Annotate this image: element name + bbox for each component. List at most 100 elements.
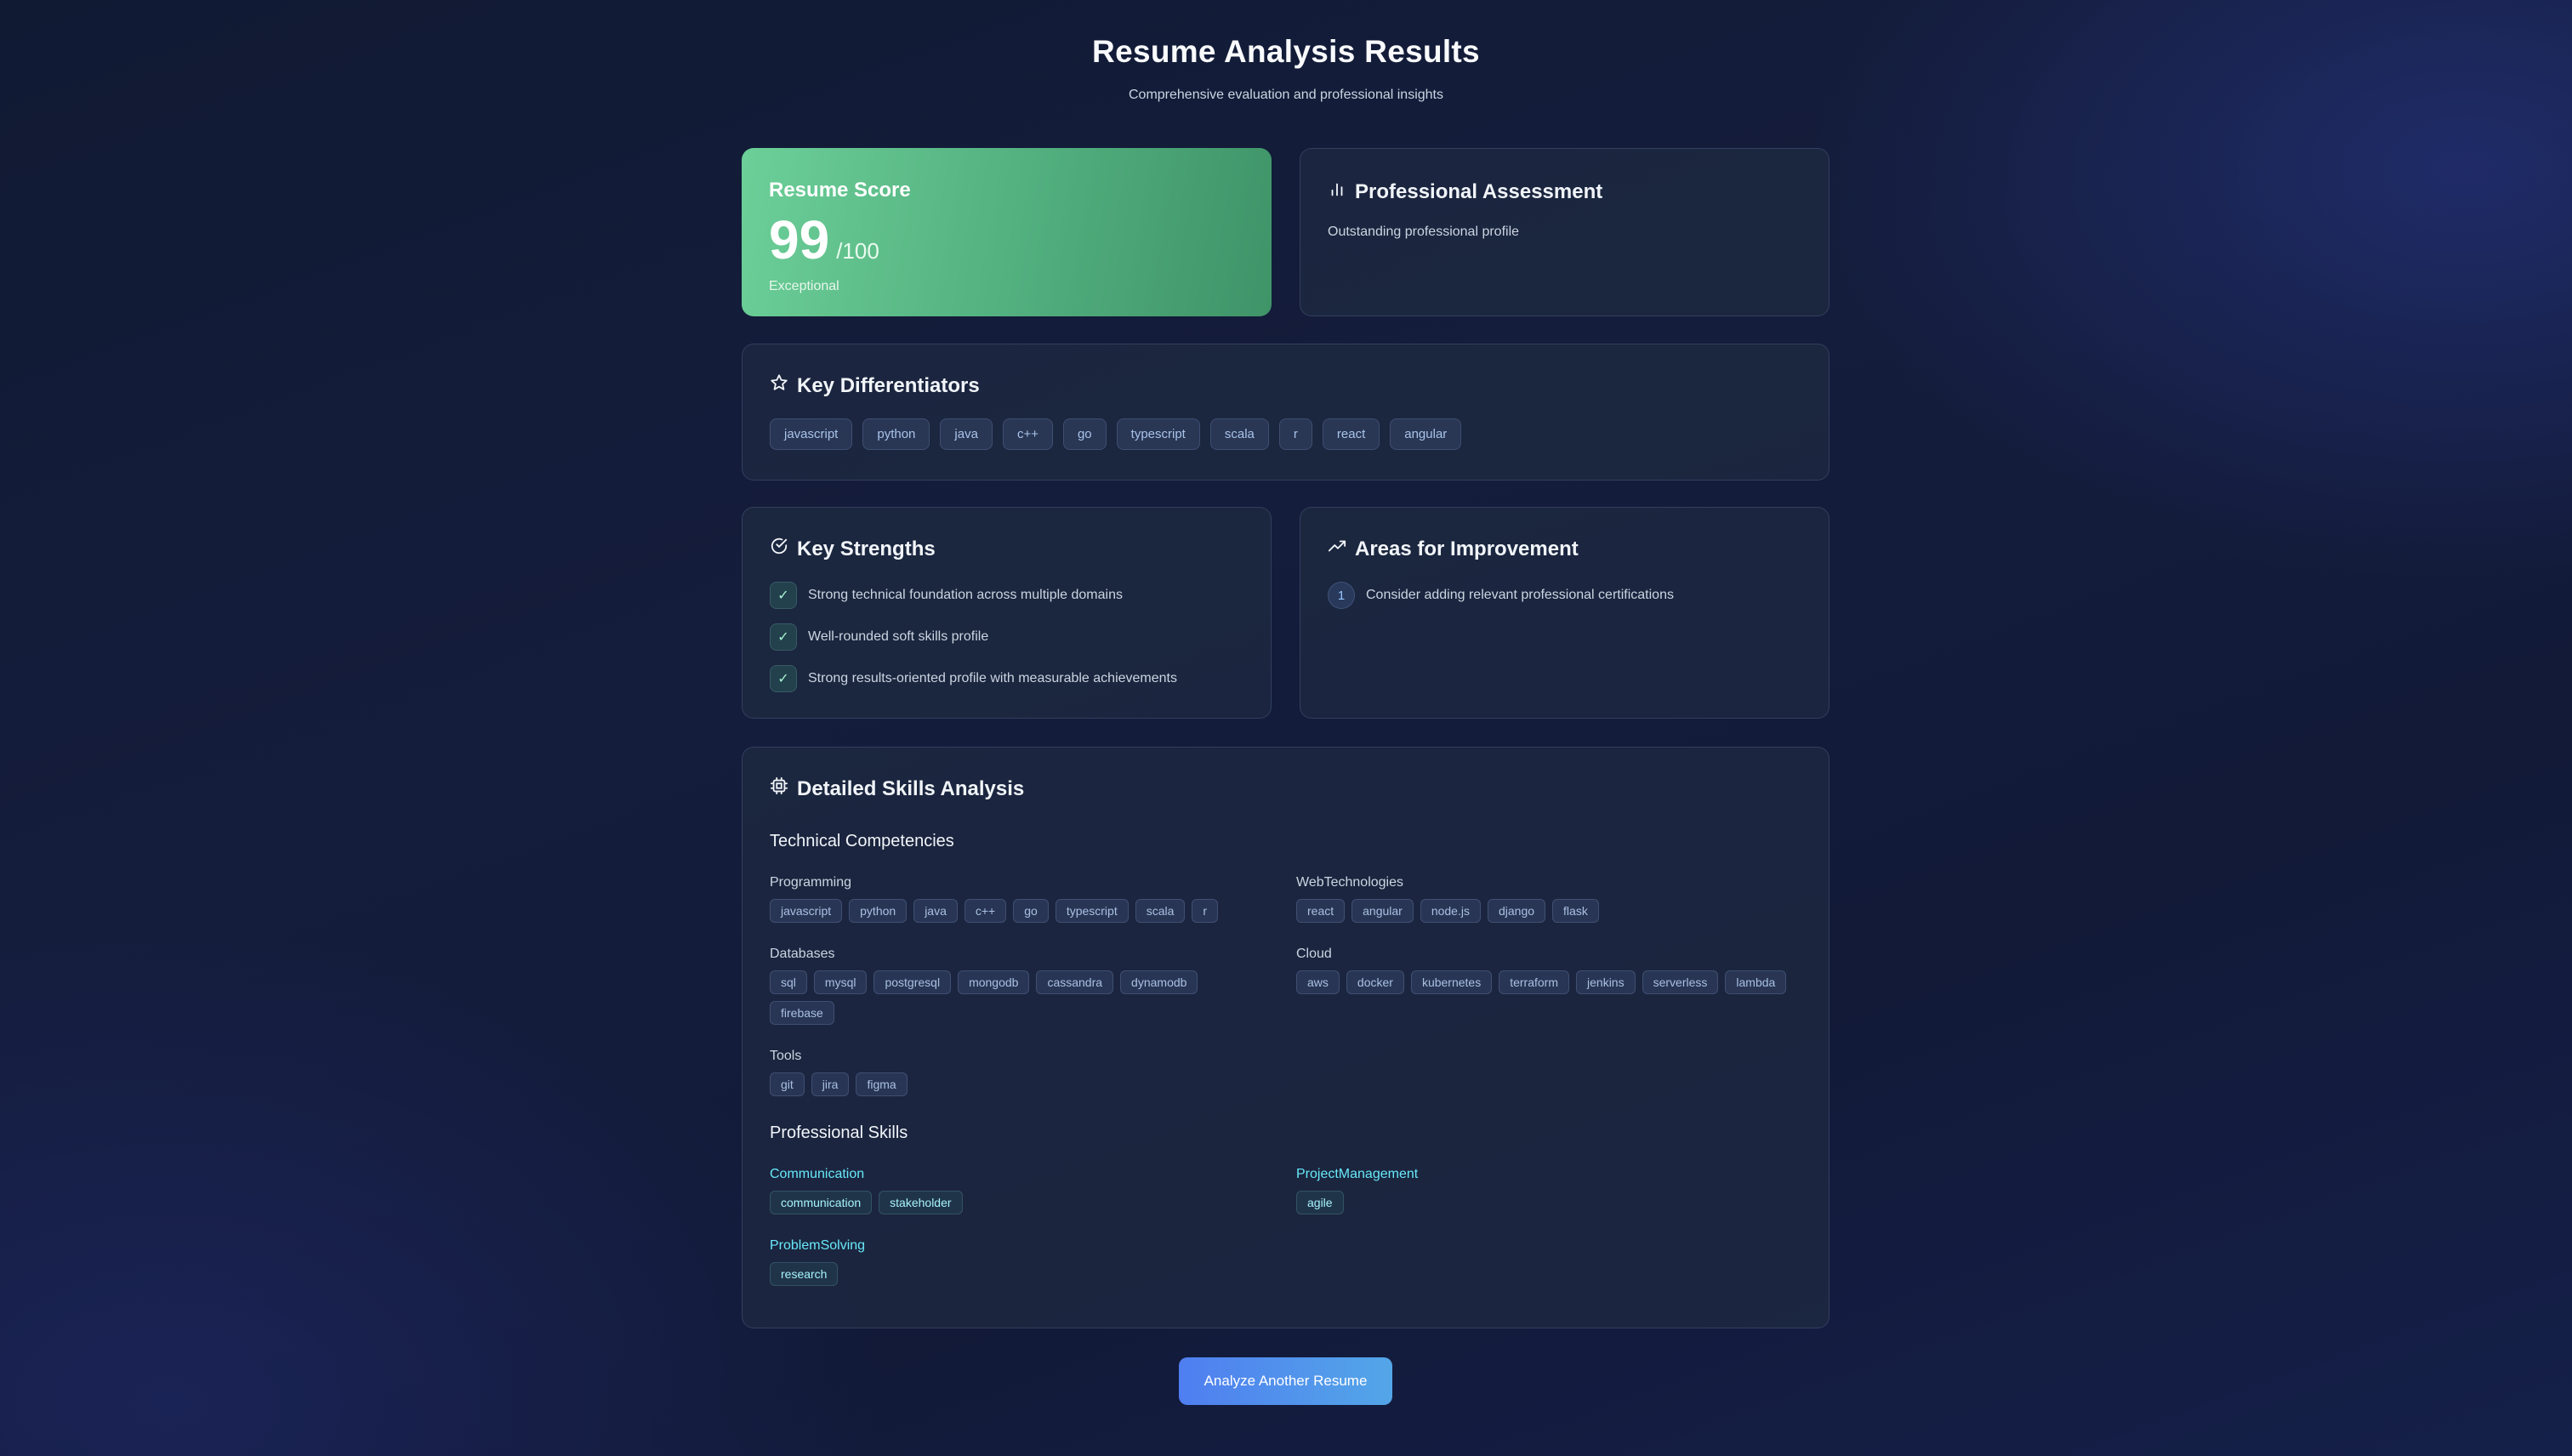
skill-tag: scala <box>1135 899 1186 923</box>
group-label: WebTechnologies <box>1296 875 1404 890</box>
assessment-title-row: Professional Assessment <box>1328 179 1801 204</box>
improvements-title: Areas for Improvement <box>1355 537 1579 560</box>
list-item: ✓ Strong technical foundation across mul… <box>770 582 1243 609</box>
strengths-list: ✓ Strong technical foundation across mul… <box>770 582 1243 692</box>
areas-for-improvement-card: Areas for Improvement 1 Consider adding … <box>1300 507 1829 719</box>
group-label: Databases <box>770 947 835 961</box>
tag-list: communication stakeholder <box>770 1191 1272 1214</box>
skill-tag: postgresql <box>873 970 952 994</box>
differentiator-pill: r <box>1278 418 1312 450</box>
skill-tag: react <box>1296 899 1346 923</box>
professional-grid: Communication communication stakeholder … <box>770 1143 1801 1286</box>
differentiator-pill: angular <box>1390 418 1462 450</box>
score-label: Resume Score <box>769 179 911 202</box>
skill-tag: angular <box>1351 899 1414 923</box>
skill-tag: jenkins <box>1576 970 1636 994</box>
skill-tag: firebase <box>770 1001 834 1025</box>
differentiators-list: javascript python java c++ go typescript… <box>770 418 1801 450</box>
skill-group-tools: Tools git jira figma <box>770 1049 1296 1096</box>
skill-group-webtechnologies: WebTechnologies react angular node.js dj… <box>1296 875 1807 923</box>
differentiator-pill: python <box>862 418 930 450</box>
skill-group-problemsolving: ProblemSolving research <box>770 1238 1296 1286</box>
strengths-title: Key Strengths <box>797 537 936 560</box>
skill-tag: lambda <box>1725 970 1787 994</box>
tag-list: git jira figma <box>770 1072 1272 1096</box>
differentiator-pill: typescript <box>1116 418 1200 450</box>
group-label: Cloud <box>1296 947 1332 961</box>
professional-assessment-card: Professional Assessment Outstanding prof… <box>1300 148 1829 316</box>
tag-list: aws docker kubernetes terraform jenkins … <box>1296 970 1807 994</box>
skill-tag: java <box>913 899 958 923</box>
skill-tag: javascript <box>770 899 843 923</box>
page-header: Resume Analysis Results Comprehensive ev… <box>0 34 2572 103</box>
technical-grid: Programming javascript python java c++ g… <box>770 851 1801 1096</box>
assessment-text: Outstanding professional profile <box>1328 225 1520 239</box>
analyze-another-resume-button[interactable]: Analyze Another Resume <box>1179 1357 1392 1405</box>
skill-group-communication: Communication communication stakeholder <box>770 1167 1296 1214</box>
detailed-skills-card: Detailed Skills Analysis Technical Compe… <box>742 747 1829 1328</box>
item-number: 1 <box>1328 582 1355 609</box>
strength-text: Well-rounded soft skills profile <box>808 629 989 644</box>
skill-tag: r <box>1192 899 1219 923</box>
score-row: 99 /100 <box>769 213 1244 267</box>
skill-tag: typescript <box>1055 899 1129 923</box>
assessment-title: Professional Assessment <box>1355 179 1603 203</box>
differentiator-pill: java <box>940 418 993 450</box>
bar-chart-icon <box>1328 179 1346 204</box>
improvement-text: Consider adding relevant professional ce… <box>1366 588 1674 602</box>
check-icon: ✓ <box>770 665 797 692</box>
group-label: ProjectManagement <box>1296 1167 1419 1181</box>
differentiator-pill: go <box>1062 418 1107 450</box>
list-item: 1 Consider adding relevant professional … <box>1328 582 1801 609</box>
skill-tag: flask <box>1552 899 1599 923</box>
star-icon <box>770 373 788 398</box>
skill-tag: c++ <box>964 899 1007 923</box>
skill-tag: git <box>770 1072 805 1096</box>
group-label: Programming <box>770 875 852 890</box>
skill-group-projectmanagement: ProjectManagement agile <box>1296 1167 1807 1214</box>
skill-group-programming: Programming javascript python java c++ g… <box>770 875 1296 923</box>
group-label: Tools <box>770 1049 802 1063</box>
tag-list: react angular node.js django flask <box>1296 899 1798 923</box>
skill-tag: node.js <box>1420 899 1481 923</box>
improvements-list: 1 Consider adding relevant professional … <box>1328 582 1801 609</box>
differentiator-pill: c++ <box>1002 418 1053 450</box>
differentiator-pill: react <box>1322 418 1380 450</box>
score-rating: Exceptional <box>769 279 839 293</box>
skill-tag: sql <box>770 970 807 994</box>
strength-text: Strong technical foundation across multi… <box>808 588 1123 602</box>
skill-tag: python <box>849 899 908 923</box>
skill-tag: docker <box>1346 970 1404 994</box>
skill-tag: dynamodb <box>1120 970 1198 994</box>
skill-tag: terraform <box>1499 970 1570 994</box>
tag-list: research <box>770 1262 1272 1286</box>
skill-tag: kubernetes <box>1410 970 1493 994</box>
tag-list: sql mysql postgresql mongodb cassandra d… <box>770 970 1246 1025</box>
cpu-icon <box>770 776 788 801</box>
score-value: 99 <box>769 209 830 270</box>
skill-tag: cassandra <box>1036 970 1114 994</box>
skill-tag: communication <box>770 1191 873 1214</box>
strengths-title-row: Key Strengths <box>770 537 1243 561</box>
improvements-title-row: Areas for Improvement <box>1328 537 1801 561</box>
skill-tag: go <box>1013 899 1049 923</box>
skill-tag: jira <box>811 1072 850 1096</box>
resume-score-card: Resume Score 99 /100 Exceptional <box>742 148 1272 316</box>
skill-tag: serverless <box>1642 970 1719 994</box>
skill-tag: mysql <box>813 970 868 994</box>
technical-section-title: Technical Competencies <box>770 832 954 850</box>
strength-text: Strong results-oriented profile with mea… <box>808 671 1177 685</box>
check-icon: ✓ <box>770 582 797 609</box>
check-icon: ✓ <box>770 623 797 651</box>
skill-tag: figma <box>856 1072 908 1096</box>
skill-group-cloud: Cloud aws docker kubernetes terraform je… <box>1296 947 1807 1025</box>
skill-tag: django <box>1487 899 1546 923</box>
group-label: ProblemSolving <box>770 1238 866 1253</box>
skill-group-databases: Databases sql mysql postgresql mongodb c… <box>770 947 1296 1025</box>
skill-tag: aws <box>1296 970 1340 994</box>
skill-tag: stakeholder <box>879 1191 963 1214</box>
skills-title-row: Detailed Skills Analysis <box>770 776 1801 801</box>
tag-list: agile <box>1296 1191 1798 1214</box>
differentiator-pill: javascript <box>770 418 853 450</box>
key-differentiators-card: Key Differentiators javascript python ja… <box>742 344 1829 481</box>
